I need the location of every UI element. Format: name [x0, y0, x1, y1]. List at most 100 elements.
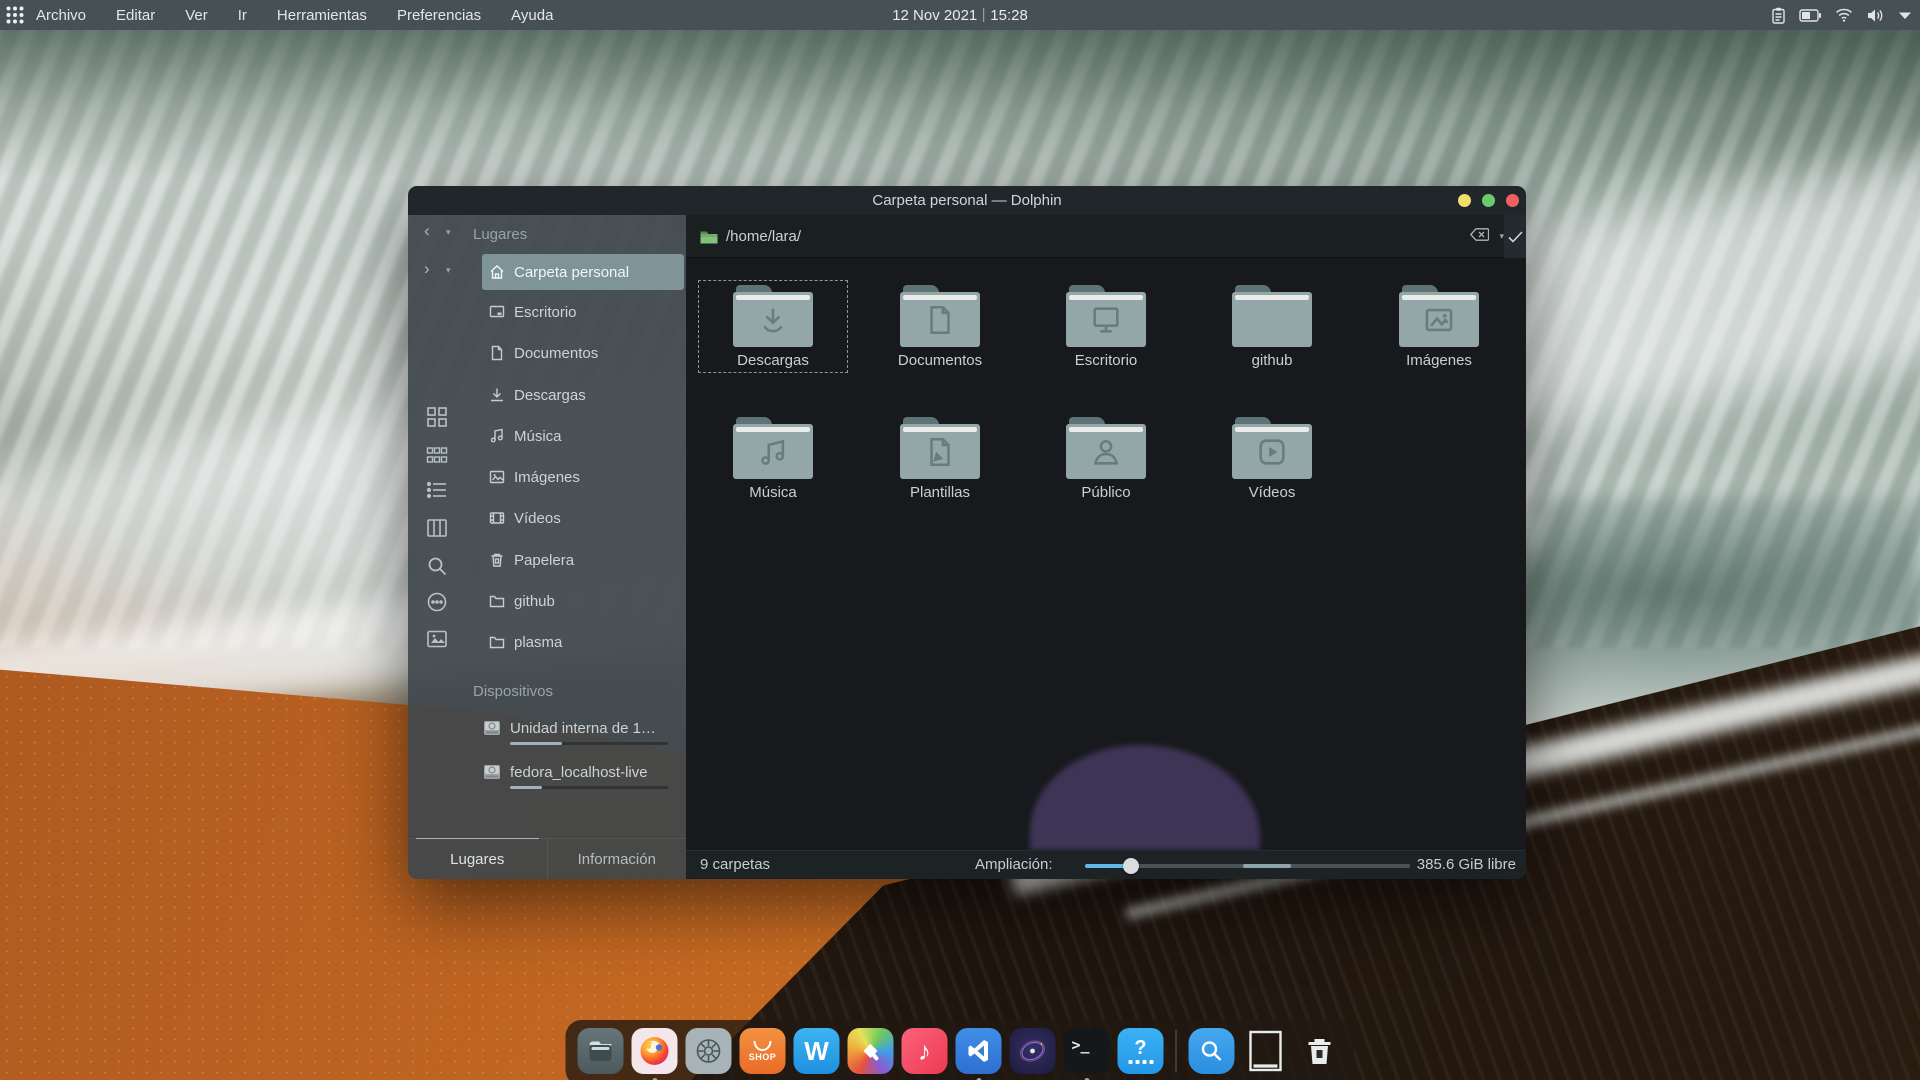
- forward-dropdown-icon[interactable]: ▾: [446, 265, 451, 276]
- icon-view[interactable]: Descargas Documentos: [686, 258, 1526, 850]
- dock-writer-app[interactable]: W: [794, 1028, 840, 1074]
- search-icon: [1199, 1038, 1225, 1064]
- menu-herramientas[interactable]: Herramientas: [277, 7, 367, 24]
- location-bar[interactable]: /home/lara/ ▾: [686, 215, 1526, 258]
- place-label: Documentos: [514, 345, 598, 362]
- minimize-button[interactable]: [1458, 194, 1471, 207]
- dock: SHOP W ♪: [566, 1020, 1355, 1080]
- clear-text-icon[interactable]: [1470, 228, 1489, 246]
- columns-view-icon[interactable]: [426, 517, 448, 539]
- details-view-icon[interactable]: [426, 479, 448, 501]
- volume-icon[interactable]: [1867, 8, 1884, 23]
- music-glyph-icon: [756, 435, 790, 469]
- desktop: Archivo Editar Ver Ir Herramientas Prefe…: [0, 0, 1920, 1080]
- chevron-down-icon[interactable]: [1898, 11, 1912, 20]
- folder-item-documentos[interactable]: Documentos: [865, 280, 1015, 373]
- zoom-slider-handle[interactable]: [1123, 858, 1139, 874]
- wifi-icon[interactable]: [1835, 8, 1853, 22]
- dock-orbit-app[interactable]: [1010, 1028, 1056, 1074]
- clock[interactable]: 12 Nov 2021 15:28: [892, 0, 1028, 30]
- sidebar-item-github[interactable]: github: [482, 583, 684, 619]
- folder-item-plantillas[interactable]: Plantillas: [865, 412, 1015, 505]
- sidebar-item-videos[interactable]: Vídeos: [482, 500, 684, 536]
- status-bar: 9 carpetas Ampliación: 385.6 GiB libre: [686, 850, 1526, 879]
- compact-view-icon[interactable]: [426, 444, 448, 466]
- folder-item-videos[interactable]: Vídeos: [1197, 412, 1347, 505]
- more-options-icon[interactable]: [426, 591, 448, 613]
- dock-trash[interactable]: [1297, 1028, 1343, 1074]
- dock-paint-app[interactable]: [848, 1028, 894, 1074]
- sidebar-item-escritorio[interactable]: Escritorio: [482, 294, 684, 330]
- sidebar-device-fedora-localhost-live[interactable]: fedora_localhost-live: [482, 762, 684, 789]
- menu-items: Archivo Editar Ver Ir Herramientas Prefe…: [36, 7, 553, 24]
- menu-archivo[interactable]: Archivo: [36, 7, 86, 24]
- desktop-icon: [489, 304, 505, 320]
- app-launcher-grid-icon[interactable]: [0, 0, 30, 30]
- folder-label: Escritorio: [1032, 352, 1180, 369]
- folder-icon: [1232, 285, 1312, 347]
- folder-item-musica[interactable]: Música: [698, 412, 848, 505]
- folder-item-github[interactable]: github: [1197, 280, 1347, 373]
- dock-file-manager[interactable]: [578, 1028, 624, 1074]
- folder-item-publico[interactable]: Público: [1031, 412, 1181, 505]
- back-dropdown-icon[interactable]: ▾: [446, 227, 451, 238]
- sidebar-item-musica[interactable]: Música: [482, 418, 684, 454]
- preview-icon[interactable]: [426, 628, 448, 650]
- dock-search-app[interactable]: [1189, 1028, 1235, 1074]
- folder-item-descargas[interactable]: Descargas: [698, 280, 848, 373]
- dock-help-app[interactable]: ?: [1118, 1028, 1164, 1074]
- folder-icon: [900, 417, 980, 479]
- dock-software-store[interactable]: SHOP: [740, 1028, 786, 1074]
- harddrive-icon: [482, 718, 502, 738]
- search-icon[interactable]: [426, 555, 448, 577]
- w-label: W: [804, 1036, 829, 1067]
- menu-ayuda[interactable]: Ayuda: [511, 7, 553, 24]
- back-button[interactable]: ‹: [424, 221, 430, 241]
- clock-time: 15:28: [990, 7, 1028, 24]
- menu-ver[interactable]: Ver: [185, 7, 208, 24]
- tab-informacion[interactable]: Información: [547, 839, 687, 879]
- icons-view-icon[interactable]: [426, 406, 448, 428]
- dock-vscode[interactable]: [956, 1028, 1002, 1074]
- question-glyph: ?: [1134, 1038, 1146, 1058]
- shop-bag-icon: [753, 1040, 773, 1052]
- menu-editar[interactable]: Editar: [116, 7, 155, 24]
- device-label: Unidad interna de 1…: [510, 720, 656, 737]
- window-titlebar[interactable]: Carpeta personal — Dolphin: [408, 186, 1526, 215]
- trash-icon: [489, 552, 505, 568]
- location-path[interactable]: /home/lara/: [726, 228, 801, 245]
- zoom-slider[interactable]: [1085, 864, 1410, 868]
- sidebar-device-internal-drive[interactable]: Unidad interna de 1…: [482, 718, 684, 745]
- place-label: Escritorio: [514, 304, 577, 321]
- dock-terminal[interactable]: >_: [1064, 1028, 1110, 1074]
- accept-location-button[interactable]: [1504, 215, 1526, 258]
- menu-ir[interactable]: Ir: [238, 7, 247, 24]
- dock-music-app[interactable]: ♪: [902, 1028, 948, 1074]
- place-label: Imágenes: [514, 469, 580, 486]
- dock-show-desktop[interactable]: [1243, 1028, 1289, 1074]
- folder-icon: [489, 593, 505, 609]
- trash-icon: [1307, 1036, 1333, 1066]
- folder-icon: [900, 285, 980, 347]
- sidebar-item-papelera[interactable]: Papelera: [482, 542, 684, 578]
- battery-icon[interactable]: [1799, 9, 1821, 22]
- video-icon: [489, 510, 505, 526]
- forward-button[interactable]: ›: [424, 259, 430, 279]
- sidebar-item-documentos[interactable]: Documentos: [482, 335, 684, 371]
- clipboard-icon[interactable]: [1772, 7, 1785, 24]
- sidebar-item-imagenes[interactable]: Imágenes: [482, 459, 684, 495]
- close-button[interactable]: [1506, 194, 1519, 207]
- maximize-button[interactable]: [1482, 194, 1495, 207]
- vscode-icon: [965, 1037, 993, 1065]
- tab-lugares[interactable]: Lugares: [408, 839, 547, 879]
- folder-label: github: [1198, 352, 1346, 369]
- sidebar-item-plasma[interactable]: plasma: [482, 624, 684, 660]
- folder-item-imagenes[interactable]: Imágenes: [1364, 280, 1514, 373]
- menu-preferencias[interactable]: Preferencias: [397, 7, 481, 24]
- sidebar-item-carpeta-personal[interactable]: Carpeta personal: [482, 254, 684, 290]
- clock-separator: [983, 8, 984, 22]
- folder-item-escritorio[interactable]: Escritorio: [1031, 280, 1181, 373]
- sidebar-item-descargas[interactable]: Descargas: [482, 377, 684, 413]
- dock-system-settings[interactable]: [686, 1028, 732, 1074]
- dock-firefox[interactable]: [632, 1028, 678, 1074]
